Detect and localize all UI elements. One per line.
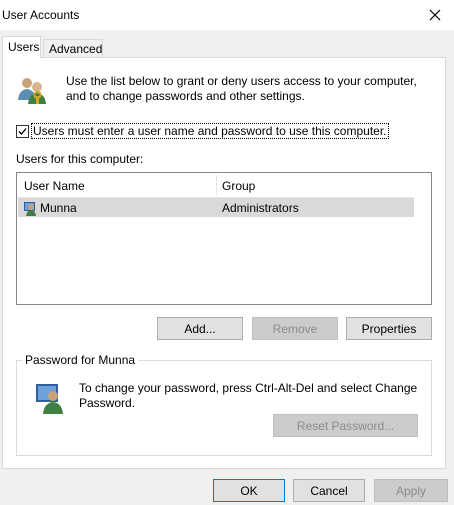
properties-button-label: Properties	[361, 321, 417, 336]
column-separator[interactable]	[216, 175, 217, 195]
require-login-label[interactable]: Users must enter a user name and passwor…	[31, 123, 389, 139]
require-login-checkbox[interactable]	[16, 124, 29, 138]
close-button[interactable]	[416, 0, 454, 30]
users-list[interactable]: User Name Group Munna Administrators	[16, 172, 432, 305]
add-button-label: Add...	[184, 321, 216, 336]
tab-users[interactable]: Users	[2, 36, 41, 58]
checkmark-icon	[18, 127, 27, 135]
user-group-cell: Administrators	[222, 201, 299, 215]
column-header-group[interactable]: Group	[222, 179, 255, 193]
user-icon	[24, 202, 36, 216]
reset-password-button-label: Reset Password...	[296, 418, 395, 433]
ok-button-label: OK	[240, 483, 258, 498]
window-title: User Accounts	[2, 8, 80, 22]
user-name-cell: Munna	[40, 201, 77, 215]
users-icon	[18, 78, 46, 104]
close-icon	[429, 9, 441, 21]
apply-button-label: Apply	[395, 483, 427, 498]
remove-button[interactable]: Remove	[252, 317, 338, 340]
title-bar: User Accounts	[0, 0, 454, 30]
intro-text: Use the list below to grant or deny user…	[66, 74, 417, 103]
table-row[interactable]: Munna Administrators	[18, 198, 414, 217]
properties-button[interactable]: Properties	[346, 317, 432, 340]
tab-advanced[interactable]: Advanced	[43, 39, 103, 57]
column-header-user-name[interactable]: User Name	[24, 179, 85, 193]
users-list-header: User Name Group	[17, 173, 413, 198]
require-login-checkbox-row[interactable]: Users must enter a user name and passwor…	[16, 123, 389, 139]
remove-button-label: Remove	[272, 321, 318, 336]
ok-button[interactable]: OK	[213, 479, 285, 502]
password-group-title: Password for Munna	[22, 353, 139, 367]
cancel-button-label: Cancel	[310, 483, 348, 498]
reset-password-button[interactable]: Reset Password...	[273, 414, 418, 437]
users-section-label: Users for this computer:	[16, 152, 144, 166]
password-instructions: To change your password, press Ctrl-Alt-…	[79, 381, 418, 410]
tab-strip: Users Advanced	[0, 36, 454, 58]
apply-button[interactable]: Apply	[374, 479, 448, 502]
cancel-button[interactable]: Cancel	[293, 479, 365, 502]
add-button[interactable]: Add...	[157, 317, 243, 340]
user-key-icon	[36, 384, 63, 414]
